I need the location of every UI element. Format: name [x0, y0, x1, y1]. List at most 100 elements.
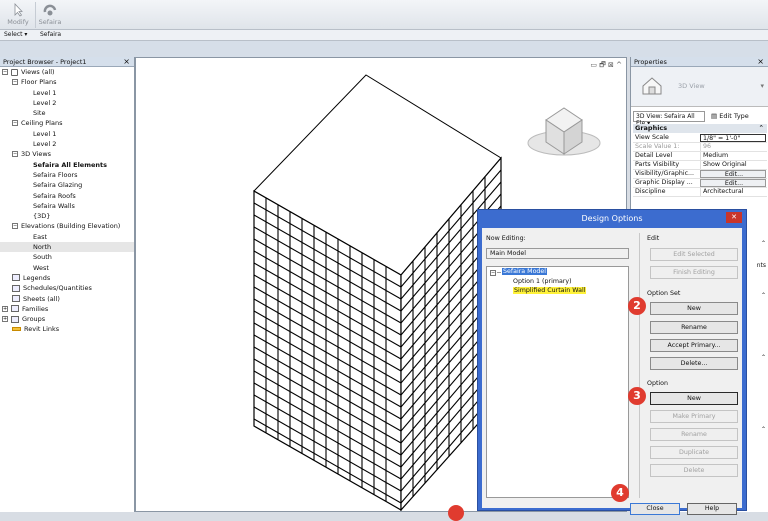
design-options-tree[interactable]: − Sefaira Model Option 1 (primary) Simpl… [486, 266, 629, 498]
finish-editing-button[interactable]: Finish Editing [650, 266, 738, 279]
modify-label: Modify [7, 18, 29, 26]
prop-row-detail-level[interactable]: Detail Level Medium [633, 152, 767, 161]
collapse-icon[interactable]: − [12, 120, 18, 127]
tree-item-families[interactable]: + Families [0, 304, 134, 314]
views-icon [11, 68, 18, 76]
prop-row-discipline[interactable]: Discipline Architectural [633, 188, 767, 197]
modify-button[interactable]: Modify [4, 0, 32, 30]
callout-4: 4 [611, 484, 629, 502]
type-selector[interactable]: 3D View ▾ [631, 67, 768, 107]
collapse-icon[interactable]: − [2, 69, 8, 75]
close-icon[interactable]: × [757, 57, 764, 66]
collapse-icon[interactable]: ⌃ [761, 240, 766, 247]
collapse-icon[interactable]: − [490, 270, 496, 276]
accept-primary-button[interactable]: Accept Primary... [650, 339, 738, 352]
tree-item-site[interactable]: Site [0, 108, 134, 118]
edit-selected-button[interactable]: Edit Selected [650, 248, 738, 261]
collapse-icon[interactable]: ⌃ [761, 426, 766, 433]
tree-item-groups[interactable]: + Groups [0, 314, 134, 324]
sefaira-panel-label[interactable]: Sefaira [40, 31, 61, 38]
graphics-group-header[interactable]: Graphics ⌃ [633, 124, 767, 133]
tree-item-revit-links[interactable]: Revit Links [0, 324, 134, 334]
tree-item-sefaira-glazing[interactable]: Sefaira Glazing [0, 180, 134, 190]
prop-row-visibility-graphics[interactable]: Visibility/Graphic... Edit... [633, 170, 767, 179]
edit-section-label: Edit [647, 235, 660, 242]
prop-row-parts-visibility[interactable]: Parts Visibility Show Original [633, 161, 767, 170]
sefaira-label: Sefaira [38, 18, 62, 26]
viewcube-icon[interactable] [527, 107, 601, 156]
option-rename-button[interactable]: Rename [650, 428, 738, 441]
tree-item-simplified-curtain-wall[interactable]: Simplified Curtain Wall [513, 287, 587, 294]
prop-row-graphic-display[interactable]: Graphic Display ... Edit... [633, 179, 767, 188]
chevron-down-icon[interactable]: ▾ [760, 82, 764, 90]
callout-3: 3 [628, 387, 646, 405]
collapse-icon[interactable]: − [12, 223, 18, 230]
collapse-icon[interactable]: ⌃ [761, 354, 766, 361]
expand-icon[interactable]: + [2, 305, 8, 312]
make-primary-button[interactable]: Make Primary [650, 410, 738, 423]
collapse-icon[interactable]: − [12, 79, 18, 86]
option-set-rename-button[interactable]: Rename [650, 321, 738, 334]
ribbon-panel-bar: Select ▾ Sefaira [0, 30, 768, 41]
properties-header: Properties × [631, 57, 768, 67]
tree-item-sheets[interactable]: Sheets (all) [0, 294, 134, 304]
browser-tree: − Views (all) − Floor Plans Level 1 Level … [0, 67, 134, 335]
tree-item-sefaira-model[interactable]: Sefaira Model [502, 268, 548, 275]
tree-item-north[interactable]: North [0, 242, 134, 253]
tree-connector [497, 272, 501, 273]
tree-item-ceiling-level-1[interactable]: Level 1 [0, 129, 134, 139]
help-button[interactable]: Help [687, 503, 737, 515]
option-set-delete-button[interactable]: Delete... [650, 357, 738, 370]
view-instance-select[interactable]: 3D View: Sefaira All Ele ▾ [633, 111, 705, 127]
sefaira-button[interactable]: Sefaira [37, 0, 63, 30]
tree-item-west[interactable]: West [0, 263, 134, 273]
select-dropdown[interactable]: Select ▾ [4, 31, 27, 38]
now-editing-label: Now Editing: [486, 235, 526, 242]
prop-row-scale-value: Scale Value 1: 96 [633, 143, 767, 152]
project-browser: Project Browser - Project1 × − Views (all… [0, 57, 135, 512]
option-delete-button[interactable]: Delete [650, 464, 738, 477]
tree-item-legends[interactable]: Legends [0, 273, 134, 283]
tree-item-sefaira-roofs[interactable]: Sefaira Roofs [0, 191, 134, 201]
edit-type-icon: ▤ [711, 112, 720, 120]
link-icon [12, 327, 21, 332]
collapse-icon[interactable]: ⌃ [761, 292, 766, 299]
duplicate-button[interactable]: Duplicate [650, 446, 738, 459]
cursor-icon [14, 3, 23, 17]
tree-item-3d[interactable]: {3D} [0, 211, 134, 221]
legend-icon [12, 274, 20, 282]
tree-item-views[interactable]: − Views (all) [0, 67, 134, 77]
dialog-close-button[interactable]: ✕ [726, 212, 742, 223]
3d-view-icon [642, 77, 662, 95]
tree-item-south[interactable]: South [0, 252, 134, 262]
close-button[interactable]: Close [630, 503, 680, 515]
tree-item-option-1[interactable]: Option 1 (primary) [513, 278, 572, 285]
expand-icon[interactable]: + [2, 316, 8, 323]
tree-item-ceiling-plans[interactable]: − Ceiling Plans [0, 118, 134, 128]
tree-item-sefaira-floors[interactable]: Sefaira Floors [0, 170, 134, 180]
tree-item-level-1[interactable]: Level 1 [0, 88, 134, 98]
project-browser-header: Project Browser - Project1 × [0, 57, 134, 67]
collapse-icon[interactable]: − [12, 151, 18, 158]
tree-item-sefaira-all-elements[interactable]: Sefaira All Elements [0, 160, 134, 170]
tree-item-ceiling-level-2[interactable]: Level 2 [0, 139, 134, 149]
tree-item-level-2[interactable]: Level 2 [0, 98, 134, 108]
tree-item-east[interactable]: East [0, 232, 134, 242]
tree-item-elevations[interactable]: − Elevations (Building Elevation) [0, 221, 134, 231]
options-bar [0, 41, 768, 57]
tree-item-floor-plans[interactable]: − Floor Plans [0, 77, 134, 87]
option-new-button[interactable]: New [650, 392, 738, 405]
tree-item-schedules[interactable]: Schedules/Quantities [0, 283, 134, 293]
tree-item-3d-views[interactable]: −3D Views [0, 149, 134, 159]
ribbon: Modify Sefaira [0, 0, 768, 30]
prop-row-view-scale[interactable]: View Scale 1/8" = 1'-0" [633, 134, 767, 143]
tree-item-sefaira-walls[interactable]: Sefaira Walls [0, 201, 134, 211]
family-icon [11, 305, 19, 313]
option-set-new-button[interactable]: New [650, 302, 738, 315]
collapse-icon[interactable]: ⌃ [759, 124, 764, 132]
option-label: Option [647, 380, 669, 387]
edit-type-button[interactable]: ▤ Edit Type [711, 112, 749, 120]
design-options-dialog: Design Options ✕ Now Editing: Main Model… [477, 209, 747, 515]
dialog-body: Now Editing: Main Model − Sefaira Model … [482, 228, 742, 515]
close-icon[interactable]: × [123, 57, 130, 66]
